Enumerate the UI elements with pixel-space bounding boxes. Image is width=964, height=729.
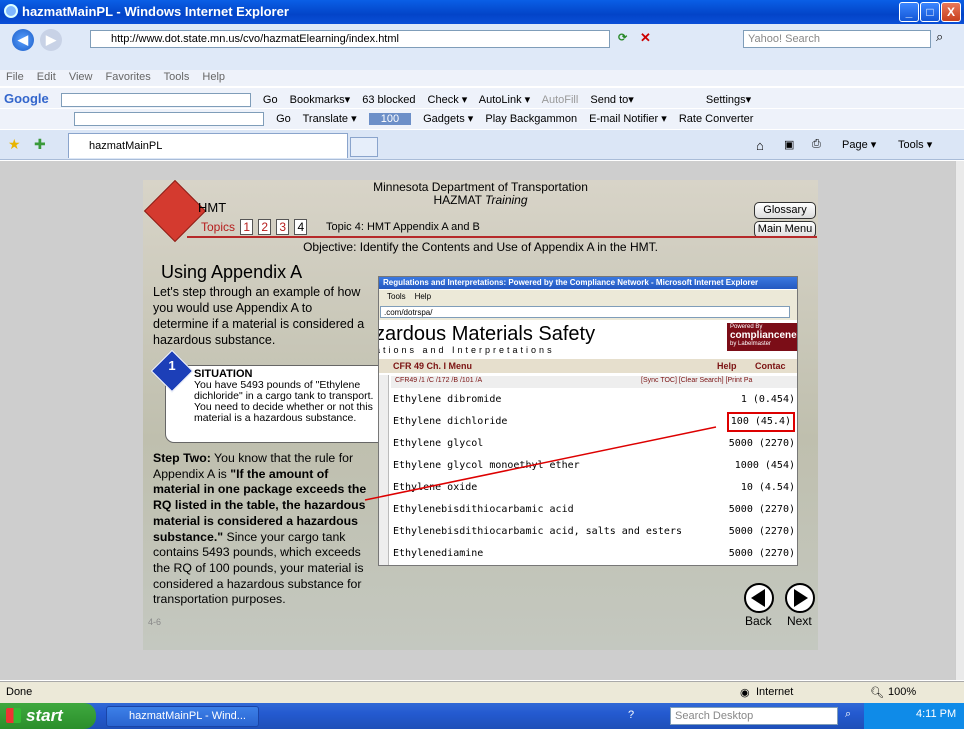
taskbar: start hazmatMainPL - Wind... ? Search De… <box>0 703 964 729</box>
page-scrollbar[interactable] <box>955 161 964 680</box>
back-nav-icon <box>751 589 765 607</box>
home-icon[interactable]: ⌂ <box>756 138 764 153</box>
callout-arrow <box>364 426 717 501</box>
minimize-button[interactable]: _ <box>899 2 919 22</box>
menu-bar: File Edit View Favorites Tools Help <box>0 70 964 86</box>
page-menu-button[interactable]: Page ▾ <box>842 138 876 151</box>
zoom-level[interactable]: 100% <box>888 686 916 698</box>
popup-blocked-button[interactable]: 63 blocked <box>362 94 415 106</box>
desktop-search-input[interactable]: Search Desktop <box>670 707 838 725</box>
google-search-input[interactable] <box>60 93 251 108</box>
windows-logo-icon <box>6 708 21 723</box>
callout-line <box>364 426 717 501</box>
next-nav-icon <box>794 589 808 607</box>
help-icon[interactable]: ? <box>628 709 634 721</box>
back-arrow-icon[interactable]: ◀ <box>12 29 34 51</box>
new-tab-button[interactable] <box>350 137 378 157</box>
system-tray: 4:11 PM <box>864 703 964 729</box>
gadgets-button[interactable]: Gadgets ▾ <box>423 113 473 125</box>
backgammon-button[interactable]: Play Backgammon <box>485 113 577 125</box>
rate-converter-button[interactable]: Rate Converter <box>679 113 754 125</box>
address-bar-area: ◀ ▶ http://www.dot.state.mn.us/cvo/hazma… <box>0 24 964 72</box>
zoom-icon[interactable]: 🔍︎ <box>870 686 884 699</box>
back-label: Back <box>745 614 772 628</box>
volume-slider[interactable]: 100 <box>368 113 412 125</box>
status-bar: Done ◉ Internet 🔍︎ 100% <box>0 681 964 703</box>
menu-help[interactable]: Help <box>202 71 225 83</box>
menu-favorites[interactable]: Favorites <box>106 71 151 83</box>
back-nav-button[interactable] <box>744 583 774 613</box>
internet-zone-icon: ◉ <box>740 687 750 699</box>
clock: 4:11 PM <box>916 708 957 720</box>
search-input[interactable]: Yahoo! Search <box>743 30 931 48</box>
next-nav-button[interactable] <box>785 583 815 613</box>
autolink-button[interactable]: AutoLink ▾ <box>479 94 530 106</box>
google-go-button[interactable]: Go <box>263 94 278 106</box>
tools-menu-button[interactable]: Tools ▾ <box>898 138 932 151</box>
security-zone: Internet <box>756 686 794 698</box>
bookmarks-button[interactable]: Bookmarks▾ <box>290 94 351 106</box>
start-label: start <box>26 706 63 725</box>
send-to-button[interactable]: Send to▾ <box>590 94 633 106</box>
feeds-icon[interactable]: ▣ <box>784 138 794 151</box>
tab-hazmatmainpl[interactable]: hazmatMainPL <box>68 133 348 158</box>
google-toolbar: Google Go Bookmarks▾ 63 blocked Check ▾ … <box>0 88 964 108</box>
menu-file[interactable]: File <box>6 71 24 83</box>
refresh-icon[interactable]: ⟳ <box>618 31 627 44</box>
translate-button[interactable]: Translate ▾ <box>303 113 357 125</box>
menu-view[interactable]: View <box>69 71 93 83</box>
maximize-button[interactable]: □ <box>920 2 940 22</box>
email-notifier-button[interactable]: E-mail Notifier ▾ <box>589 113 667 125</box>
menu-tools[interactable]: Tools <box>164 71 190 83</box>
google-logo: Google <box>4 91 49 106</box>
status-text: Done <box>6 686 33 698</box>
window-title: hazmatMainPL - Windows Internet Explorer <box>22 4 289 19</box>
settings-button[interactable]: Settings▾ <box>706 94 751 106</box>
lesson-panel: HMT Minnesota Department of Transportati… <box>143 180 818 650</box>
tab-row: ★ ✚ hazmatMainPL ⌂ ▣ ⎙ Page ▾ Tools ▾ <box>0 130 964 160</box>
spell-check-button[interactable]: Check ▾ <box>428 94 468 106</box>
toolbar-go-button[interactable]: Go <box>276 113 291 125</box>
print-icon[interactable]: ⎙ <box>812 138 821 151</box>
autofill-button[interactable]: AutoFill <box>542 94 579 106</box>
toolbar-search-input[interactable] <box>74 112 264 127</box>
favorites-star-icon[interactable]: ★ <box>8 136 21 153</box>
ie-logo-icon <box>4 4 18 18</box>
desktop-search-icon[interactable]: ⌕ <box>845 708 851 721</box>
forward-arrow-icon[interactable]: ▶ <box>40 29 62 51</box>
addon-toolbar: Go Translate ▾ 100 Gadgets ▾ Play Backga… <box>0 109 964 129</box>
stop-icon[interactable]: ✕ <box>640 30 651 46</box>
url-input[interactable]: http://www.dot.state.mn.us/cvo/hazmatEle… <box>90 30 610 48</box>
close-button[interactable]: X <box>941 2 961 22</box>
taskbar-item-ie[interactable]: hazmatMainPL - Wind... <box>106 706 259 727</box>
add-favorite-icon[interactable]: ✚ <box>34 136 46 153</box>
next-label: Next <box>787 614 812 628</box>
menu-edit[interactable]: Edit <box>37 71 56 83</box>
search-icon[interactable]: ⌕ <box>936 29 943 45</box>
start-button[interactable]: start <box>0 703 96 729</box>
window-titlebar[interactable]: hazmatMainPL - Windows Internet Explorer… <box>0 0 964 24</box>
